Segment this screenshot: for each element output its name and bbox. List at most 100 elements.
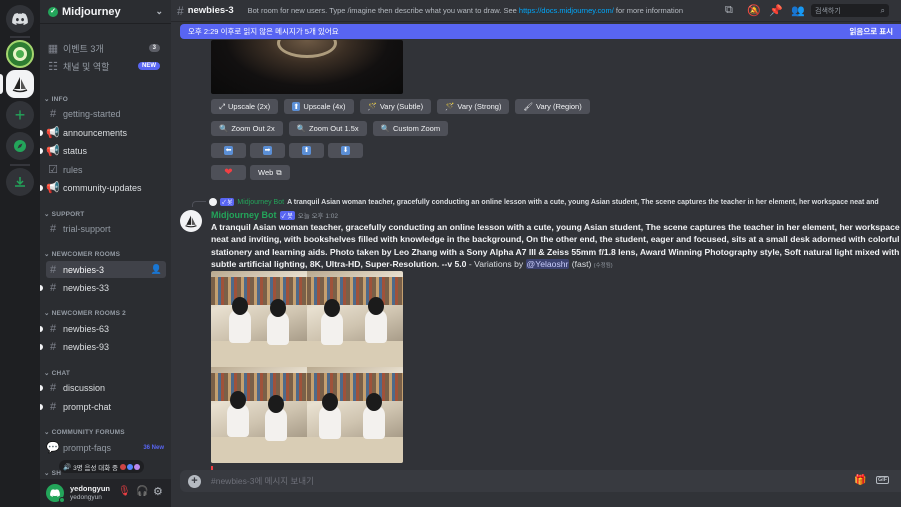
channels-roles-item[interactable]: ☷ 채널 및 역할 NEW	[46, 58, 166, 75]
pan-down-button[interactable]: ⬇	[328, 143, 363, 158]
channel-getting-started[interactable]: # getting-started	[46, 105, 166, 122]
previous-image[interactable]	[211, 40, 403, 94]
hash-icon: #	[49, 340, 57, 353]
add-server-icon[interactable]: +	[6, 101, 34, 129]
gift-icon[interactable]: 🎁	[854, 475, 866, 486]
hash-icon: #	[49, 281, 57, 294]
magic-wand-icon: 🪄	[445, 102, 455, 111]
vary-region-button[interactable]: 🖌 Vary (Region)	[515, 99, 590, 114]
arrow-left-icon: ⬅	[224, 146, 233, 155]
unread-banner[interactable]: 오후 2:29 이후로 읽지 않은 메시지가 5개 있어요 읽음으로 표시	[180, 24, 901, 39]
gif-icon[interactable]: GIF	[876, 476, 890, 484]
hash-icon: #	[49, 222, 57, 235]
channel-rules[interactable]: ☑ rules	[46, 161, 166, 178]
message-input[interactable]: #newbies-3에 메시지 보내기	[211, 475, 314, 487]
speaker-icon: 🔊	[63, 463, 72, 471]
category-chat[interactable]: ⌄ CHAT	[44, 369, 70, 377]
channel-community-updates[interactable]: 📢 community-updates	[46, 179, 166, 196]
generated-image-grid[interactable]	[211, 271, 403, 463]
message-composer[interactable]: + #newbies-3에 메시지 보내기 🎁 GIF	[180, 470, 901, 492]
message-author[interactable]: Midjourney Bot	[211, 210, 277, 220]
midjourney-server-icon[interactable]	[6, 70, 34, 98]
reply-reference[interactable]: ✓ 봇 Midjourney Bot A tranquil Asian woma…	[192, 197, 901, 207]
external-link-icon: ⧉	[276, 167, 282, 177]
category-info[interactable]: ⌄ INFO	[44, 95, 68, 103]
settings-gear-icon[interactable]: ⚙	[153, 485, 163, 498]
channel-newbies-33[interactable]: # newbies-33	[46, 279, 166, 296]
server-icon-green[interactable]	[6, 40, 34, 68]
magnifier-icon: 🔍	[296, 124, 307, 133]
channel-status[interactable]: 📢 status	[46, 142, 166, 159]
vary-subtle-button[interactable]: 🪄 Vary (Subtle)	[359, 99, 432, 114]
web-link-button[interactable]: Web ⧉	[250, 165, 290, 180]
upscale-4x-button[interactable]: ⬆ Upscale (4x)	[284, 99, 354, 114]
zoom-out-2x-button[interactable]: 🔍 Zoom Out 2x	[211, 121, 283, 136]
image-1	[211, 271, 307, 367]
reply-avatar	[209, 198, 217, 206]
add-member-icon[interactable]: 👤	[151, 264, 162, 275]
category-newcomer-rooms-2[interactable]: ⌄ NEWCOMER ROOMS 2	[44, 309, 126, 317]
pan-right-button[interactable]: ➡	[250, 143, 285, 158]
upload-plus-icon[interactable]: +	[188, 474, 201, 488]
explore-compass-icon[interactable]	[6, 132, 34, 160]
calendar-icon: ▦	[47, 43, 59, 55]
hash-icon: #	[49, 381, 57, 394]
category-support[interactable]: ⌄ SUPPORT	[44, 210, 84, 218]
zoom-out-1-5x-button[interactable]: 🔍 Zoom Out 1.5x	[288, 121, 367, 136]
avatar[interactable]	[46, 484, 65, 503]
channel-newbies-3[interactable]: # newbies-3 👤	[46, 261, 166, 278]
vary-strong-button[interactable]: 🪄 Vary (Strong)	[437, 99, 510, 114]
user-mention[interactable]: @Yelaoshr	[525, 258, 570, 269]
category-newcomer-rooms[interactable]: ⌄ NEWCOMER ROOMS	[44, 250, 120, 258]
channel-topic: Bot room for new users. Type /imagine th…	[247, 6, 684, 15]
avatar-stack	[120, 463, 141, 470]
category-community-forums[interactable]: ⌄ COMMUNITY FORUMS	[44, 428, 125, 436]
forum-icon: 💬	[46, 442, 60, 454]
topic-link[interactable]: https://docs.midjourney.com/	[519, 6, 614, 15]
headphones-icon[interactable]: 🎧	[136, 486, 148, 497]
image-4	[307, 367, 403, 463]
favorite-button[interactable]: ❤	[211, 165, 246, 180]
discord-home-icon[interactable]	[6, 5, 34, 33]
rules-icon: ☑	[48, 164, 58, 176]
search-input[interactable]: 검색하기 ⌕	[811, 4, 889, 17]
user-username: yedongyun	[70, 494, 102, 501]
channel-newbies-93[interactable]: # newbies-93	[46, 338, 166, 355]
search-icon: ⌕	[880, 5, 885, 15]
user-display-name: yedongyun	[70, 484, 111, 493]
threads-icon[interactable]: ⧉	[725, 4, 733, 17]
mic-muted-icon[interactable]: 🎙	[118, 486, 131, 497]
mark-as-read-button[interactable]: 읽음으로 표시	[850, 26, 893, 37]
notification-off-icon[interactable]: 🔕	[747, 4, 761, 17]
channel-trial-support[interactable]: # trial-support	[46, 220, 166, 237]
custom-zoom-button[interactable]: 🔍 Custom Zoom	[372, 121, 449, 136]
channel-announcements[interactable]: 📢 announcements	[46, 124, 166, 141]
zoom-row: 🔍 Zoom Out 2x 🔍 Zoom Out 1.5x 🔍 Custom Zoom	[211, 121, 449, 136]
channel-prompt-faqs[interactable]: 💬 prompt-faqs 36 New	[46, 439, 166, 456]
channel-sidebar: ✓ Midjourney ⌄ ▦ 이벤트 3개 3 ☷ 채널 및 역할 NEW …	[40, 0, 171, 507]
edited-label: (수정됨)	[593, 262, 613, 269]
voice-activity-pill[interactable]: 🔊 3명 음성 대화 중	[59, 460, 145, 473]
megaphone-icon: 📢	[46, 182, 60, 194]
arrow-up-icon: ⬆	[302, 146, 311, 155]
events-item[interactable]: ▦ 이벤트 3개 3	[46, 40, 166, 57]
channel-newbies-63[interactable]: # newbies-63	[46, 320, 166, 337]
download-icon[interactable]	[6, 168, 34, 196]
upscale-icon: ⬆	[292, 102, 301, 111]
bot-avatar[interactable]	[180, 210, 202, 232]
upscale-2x-button[interactable]: ⤢ Upscale (2x)	[211, 99, 279, 114]
chat-area: # newbies-3 Bot room for new users. Type…	[171, 0, 901, 507]
reply-author: Midjourney Bot	[237, 198, 285, 206]
pin-icon[interactable]: 📌	[769, 4, 783, 17]
expand-icon: ⤢	[219, 101, 225, 111]
image-3	[211, 367, 307, 463]
pan-left-button[interactable]: ⬅	[211, 143, 246, 158]
member-list-icon[interactable]: 👥	[791, 4, 805, 17]
server-header[interactable]: ✓ Midjourney ⌄	[40, 0, 171, 24]
magic-wand-icon: 🪄	[367, 102, 377, 111]
pan-up-button[interactable]: ⬆	[289, 143, 324, 158]
hash-icon: #	[49, 322, 57, 335]
channel-discussion[interactable]: # discussion	[46, 379, 166, 396]
category-cut[interactable]: ⌄ SH	[44, 469, 61, 477]
channel-prompt-chat[interactable]: # prompt-chat	[46, 398, 166, 415]
